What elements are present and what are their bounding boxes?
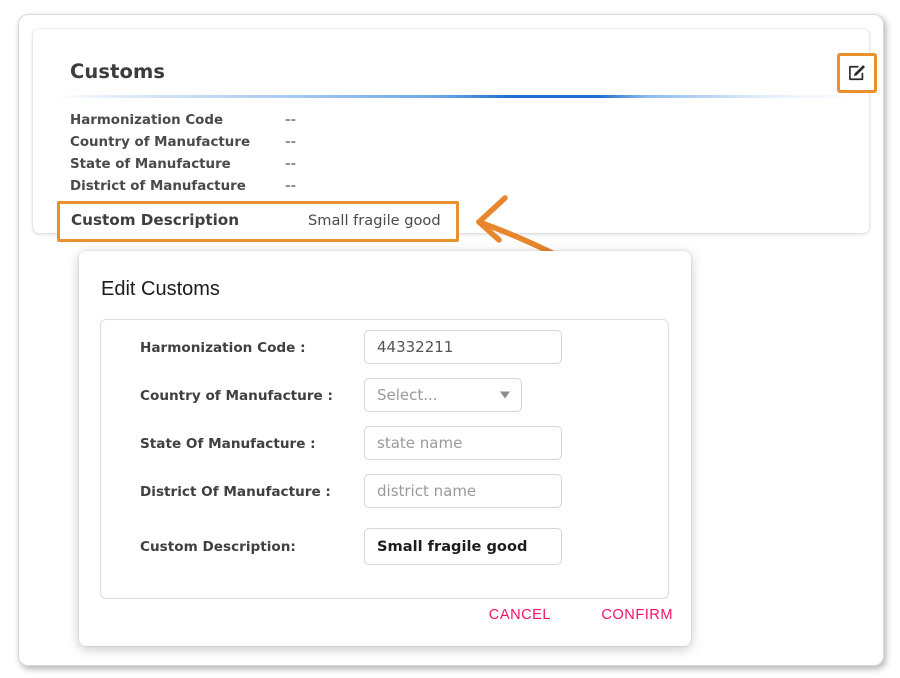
modal-action-bar: CANCEL CONFIRM [79,607,691,641]
field-value: Small fragile good [377,538,528,555]
form-row-harmonization-code: Harmonization Code : 44332211 [101,324,668,372]
form-row-custom-description: Custom Description: Small fragile good [101,520,668,568]
field-label: District Of Manufacture : [140,484,331,500]
summary-label: Harmonization Code [70,113,224,128]
field-placeholder: state name [377,434,463,452]
edit-customs-form: Harmonization Code : 44332211 Country of… [100,319,669,599]
form-row-district-of-manufacture: District Of Manufacture : district name [101,468,668,516]
chevron-down-icon [500,391,510,399]
field-label: Custom Description: [140,539,296,555]
custom-description-input[interactable]: Small fragile good [364,528,562,565]
summary-row-custom-description-highlighted: Custom Description Small fragile good [57,201,459,242]
confirm-button[interactable]: CONFIRM [601,607,673,623]
summary-value: Small fragile good [308,212,441,229]
cancel-button[interactable]: CANCEL [489,607,551,623]
country-of-manufacture-select[interactable]: Select... [364,378,522,412]
customs-summary-card: Customs Harmonization Code -- Country of… [33,29,877,242]
summary-value: -- [285,113,297,128]
form-row-country-of-manufacture: Country of Manufacture : Select... [101,372,668,420]
field-label: State Of Manufacture : [140,436,316,452]
summary-value: -- [285,179,297,194]
edit-customs-modal: Edit Customs Harmonization Code : 443322… [79,251,691,646]
form-row-state-of-manufacture: State Of Manufacture : state name [101,420,668,468]
section-divider [55,95,855,98]
summary-row-country-of-manufacture: Country of Manufacture -- [70,135,830,155]
summary-row-state-of-manufacture: State of Manufacture -- [70,157,830,177]
field-value: 44332211 [377,338,454,356]
summary-label: Country of Manufacture [70,135,251,150]
summary-label: Custom Description [71,211,240,229]
summary-label: State of Manufacture [70,157,231,172]
district-of-manufacture-input[interactable]: district name [364,474,562,508]
summary-value: -- [285,135,297,150]
page-title: Customs [70,60,166,83]
modal-title: Edit Customs [101,278,220,300]
field-placeholder: district name [377,482,477,500]
state-of-manufacture-input[interactable]: state name [364,426,562,460]
field-label: Harmonization Code : [140,340,306,356]
summary-row-harmonization-code: Harmonization Code -- [70,113,830,133]
summary-value: -- [285,157,297,172]
edit-customs-button[interactable] [837,53,877,93]
field-label: Country of Manufacture : [140,388,333,404]
harmonization-code-input[interactable]: 44332211 [364,330,562,364]
app-window: Customs Harmonization Code -- Country of… [18,14,884,666]
field-placeholder: Select... [377,386,438,404]
summary-label: District of Manufacture [70,179,246,194]
summary-row-district-of-manufacture: District of Manufacture -- [70,179,830,199]
edit-pencil-square-icon [847,63,867,83]
